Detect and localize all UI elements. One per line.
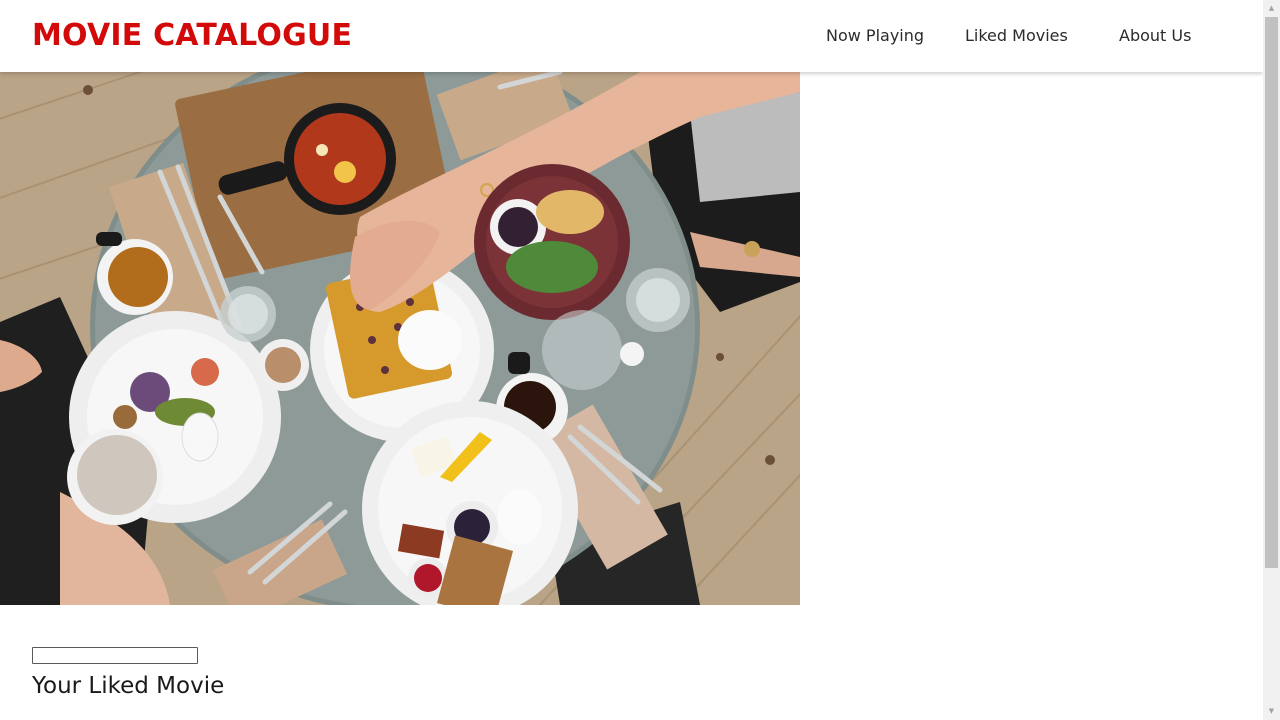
- search-input[interactable]: [32, 647, 198, 664]
- page: MOVIE CATALOGUE Now Playing Liked Movies…: [0, 0, 1280, 720]
- app-bar: MOVIE CATALOGUE Now Playing Liked Movies…: [0, 0, 1263, 72]
- hero-image: [0, 72, 800, 605]
- nav-now-playing-link[interactable]: Now Playing: [826, 24, 924, 48]
- scroll-down-arrow-icon[interactable]: ▼: [1263, 703, 1280, 720]
- vertical-scrollbar[interactable]: ▲ ▼: [1263, 0, 1280, 720]
- nav-liked-movies-link[interactable]: Liked Movies: [965, 24, 1068, 48]
- scroll-thumb[interactable]: [1265, 17, 1278, 568]
- nav-about-us-link[interactable]: About Us: [1119, 24, 1191, 48]
- page-content: MOVIE CATALOGUE Now Playing Liked Movies…: [0, 0, 1263, 720]
- scroll-up-arrow-icon[interactable]: ▲: [1263, 0, 1280, 17]
- hero-image-illustration: [0, 72, 800, 605]
- liked-movies-heading: Your Liked Movie: [32, 673, 225, 699]
- brand-title[interactable]: MOVIE CATALOGUE: [32, 16, 352, 56]
